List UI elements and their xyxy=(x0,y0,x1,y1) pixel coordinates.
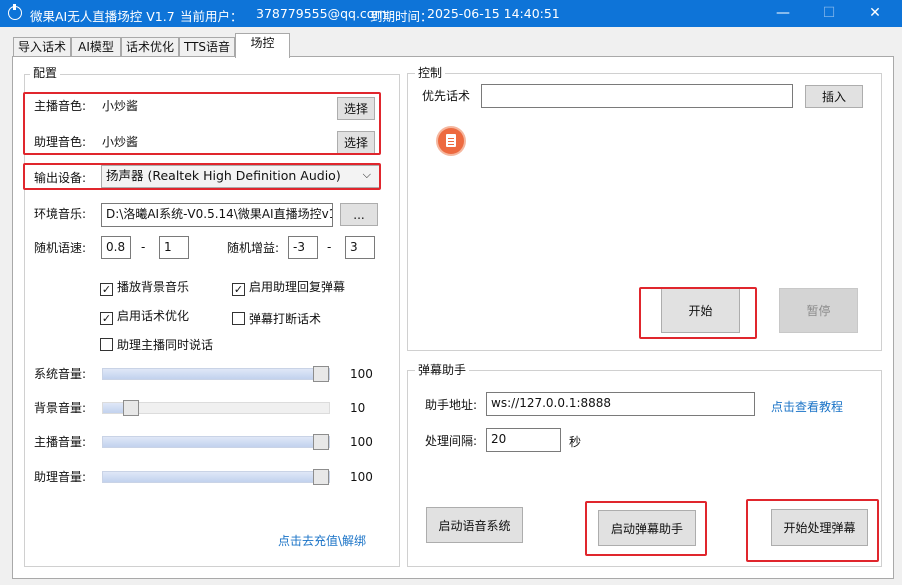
bg-volume-slider[interactable] xyxy=(102,400,330,416)
helper-address-input[interactable]: ws://127.0.0.1:8888 xyxy=(486,392,755,416)
system-volume-value: 100 xyxy=(350,367,373,381)
title-bar: 微果AI无人直播场控 V1.7 当前用户： 378779555@qq.com 到… xyxy=(0,0,902,27)
simul-talk-checkbox[interactable]: 助理主播同时说话 xyxy=(100,338,213,352)
slider-thumb[interactable] xyxy=(123,400,139,416)
user-email: 378779555@qq.com xyxy=(256,6,387,21)
play-bg-music-checkbox[interactable]: ✓ 播放背景音乐 xyxy=(100,280,189,296)
minimize-button[interactable]: — xyxy=(760,0,806,27)
tab-import-scripts[interactable]: 导入话术 xyxy=(13,37,71,57)
priority-script-input[interactable] xyxy=(481,84,793,108)
slider-thumb[interactable] xyxy=(313,434,329,450)
host-volume-value: 100 xyxy=(350,435,373,449)
system-volume-label: 系统音量: xyxy=(34,367,87,381)
system-volume-slider[interactable] xyxy=(102,366,330,382)
pause-button[interactable]: 暂停 xyxy=(779,288,858,333)
app-power-icon xyxy=(8,4,22,20)
danmaku-helper-highlight-box xyxy=(585,501,707,556)
voice-highlight-box xyxy=(23,92,381,155)
process-danmaku-highlight-box xyxy=(746,499,879,562)
rand-gain-label: 随机增益: xyxy=(227,241,280,255)
rand-speed-max-input[interactable]: 1 xyxy=(159,236,189,259)
process-interval-label: 处理间隔: xyxy=(425,434,478,448)
host-volume-slider[interactable] xyxy=(102,434,330,450)
priority-script-label: 优先话术 xyxy=(422,89,471,103)
tab-strip: 导入话术 AI模型 话术优化 TTS语音 场控 xyxy=(0,27,902,58)
danmaku-helper-group-label: 弹幕助手 xyxy=(415,363,470,377)
maximize-button[interactable]: ☐ xyxy=(806,0,852,27)
expiry-time: 2025-06-15 14:40:51 xyxy=(427,6,560,21)
checkmark-icon: ✓ xyxy=(100,312,113,325)
ambient-browse-button[interactable]: ... xyxy=(340,203,378,226)
window-title: 微果AI无人直播场控 V1.7 xyxy=(30,9,175,24)
checkmark-icon: ✓ xyxy=(100,283,113,296)
view-tutorial-link[interactable]: 点击查看教程 xyxy=(771,398,843,415)
assist-volume-value: 100 xyxy=(350,470,373,484)
rand-gain-dash: - xyxy=(327,240,332,254)
output-device-highlight-box xyxy=(23,163,381,190)
process-interval-input[interactable]: 20 xyxy=(486,428,561,452)
start-highlight-box xyxy=(639,287,757,339)
recharge-unbind-link[interactable]: 点击去充值\解绑 xyxy=(278,532,366,549)
tab-ai-model[interactable]: AI模型 xyxy=(71,37,121,57)
assist-reply-danmaku-checkbox[interactable]: ✓ 启用助理回复弹幕 xyxy=(232,280,345,296)
control-group-label: 控制 xyxy=(415,66,446,80)
rand-speed-label: 随机语速: xyxy=(34,241,87,255)
script-optimize-checkbox[interactable]: ✓ 启用话术优化 xyxy=(100,309,189,325)
rand-speed-dash: - xyxy=(141,240,146,254)
tab-script-optimize[interactable]: 话术优化 xyxy=(121,37,179,57)
tab-live-control[interactable]: 场控 xyxy=(235,33,290,58)
interval-unit: 秒 xyxy=(569,435,582,449)
bg-volume-label: 背景音量: xyxy=(34,401,87,415)
rand-speed-min-input[interactable]: 0.8 xyxy=(101,236,131,259)
expiry-label: 到期时间： xyxy=(370,9,433,24)
user-label: 当前用户： xyxy=(180,9,243,24)
slider-thumb[interactable] xyxy=(313,366,329,382)
bg-volume-value: 10 xyxy=(350,401,366,415)
rand-gain-max-input[interactable]: 3 xyxy=(345,236,375,259)
host-volume-label: 主播音量: xyxy=(34,435,87,449)
ambient-music-label: 环境音乐: xyxy=(34,207,87,221)
close-button[interactable]: ✕ xyxy=(852,0,898,27)
helper-address-label: 助手地址: xyxy=(425,398,478,412)
assist-volume-slider[interactable] xyxy=(102,469,330,485)
assist-volume-label: 助理音量: xyxy=(34,470,87,484)
danmaku-interrupt-checkbox[interactable]: 弹幕打断话术 xyxy=(232,312,321,326)
clipboard-icon[interactable] xyxy=(438,128,464,154)
checkmark-icon: ✓ xyxy=(232,283,245,296)
config-group-label: 配置 xyxy=(30,66,61,80)
ambient-music-path-input[interactable]: D:\洛曦AI系统-V0.5.14\微果AI直播场控v1 xyxy=(101,203,333,227)
slider-thumb[interactable] xyxy=(313,469,329,485)
rand-gain-min-input[interactable]: -3 xyxy=(288,236,318,259)
tab-tts-voice[interactable]: TTS语音 xyxy=(179,37,235,57)
insert-button[interactable]: 插入 xyxy=(805,85,863,108)
start-voice-system-button[interactable]: 启动语音系统 xyxy=(426,507,523,543)
